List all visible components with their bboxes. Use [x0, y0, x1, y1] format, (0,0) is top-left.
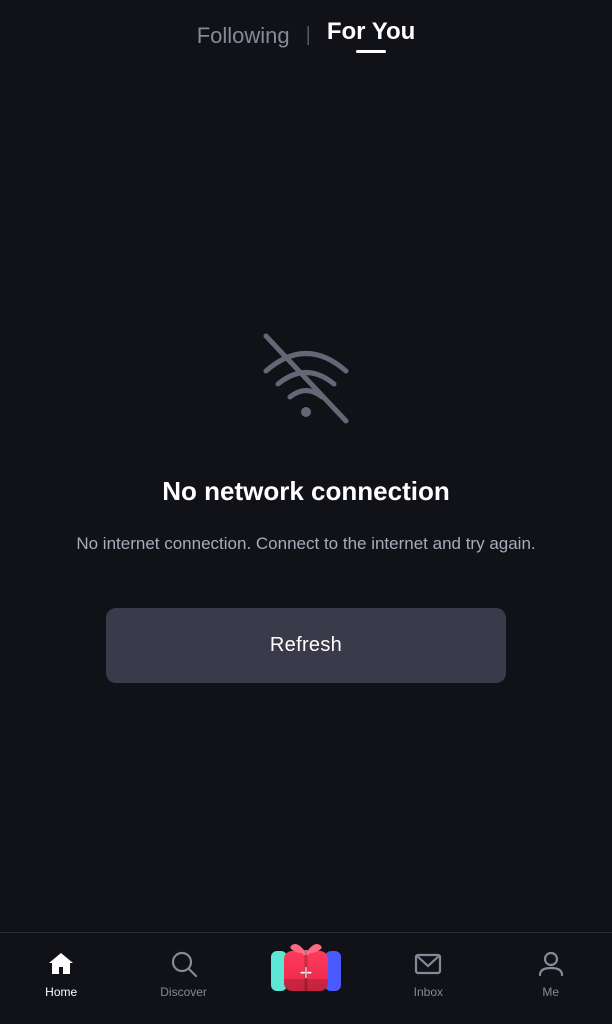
tab-following[interactable]: Following [185, 23, 302, 49]
inbox-icon [412, 948, 444, 980]
top-navigation: Following | For You [0, 0, 612, 67]
home-icon [45, 948, 77, 980]
nav-item-discover[interactable]: Discover [144, 948, 224, 999]
error-title: No network connection [162, 476, 449, 507]
nav-item-inbox[interactable]: Inbox [388, 948, 468, 999]
inbox-label: Inbox [414, 985, 443, 999]
nav-item-home[interactable]: Home [21, 948, 101, 999]
main-content: No network connection No internet connec… [0, 67, 612, 932]
refresh-button[interactable]: Refresh [106, 608, 506, 683]
home-label: Home [45, 985, 77, 999]
error-subtitle: No internet connection. Connect to the i… [76, 531, 535, 557]
nav-divider: | [306, 24, 311, 47]
me-label: Me [542, 985, 559, 999]
discover-label: Discover [160, 985, 207, 999]
tab-for-you[interactable]: For You [315, 18, 427, 53]
profile-icon [535, 948, 567, 980]
nav-item-me[interactable]: Me [511, 948, 591, 999]
no-network-icon [246, 316, 366, 436]
discover-icon [168, 948, 200, 980]
nav-item-add[interactable]: + [266, 947, 346, 1000]
bottom-navigation: Home Discover [0, 932, 612, 1024]
